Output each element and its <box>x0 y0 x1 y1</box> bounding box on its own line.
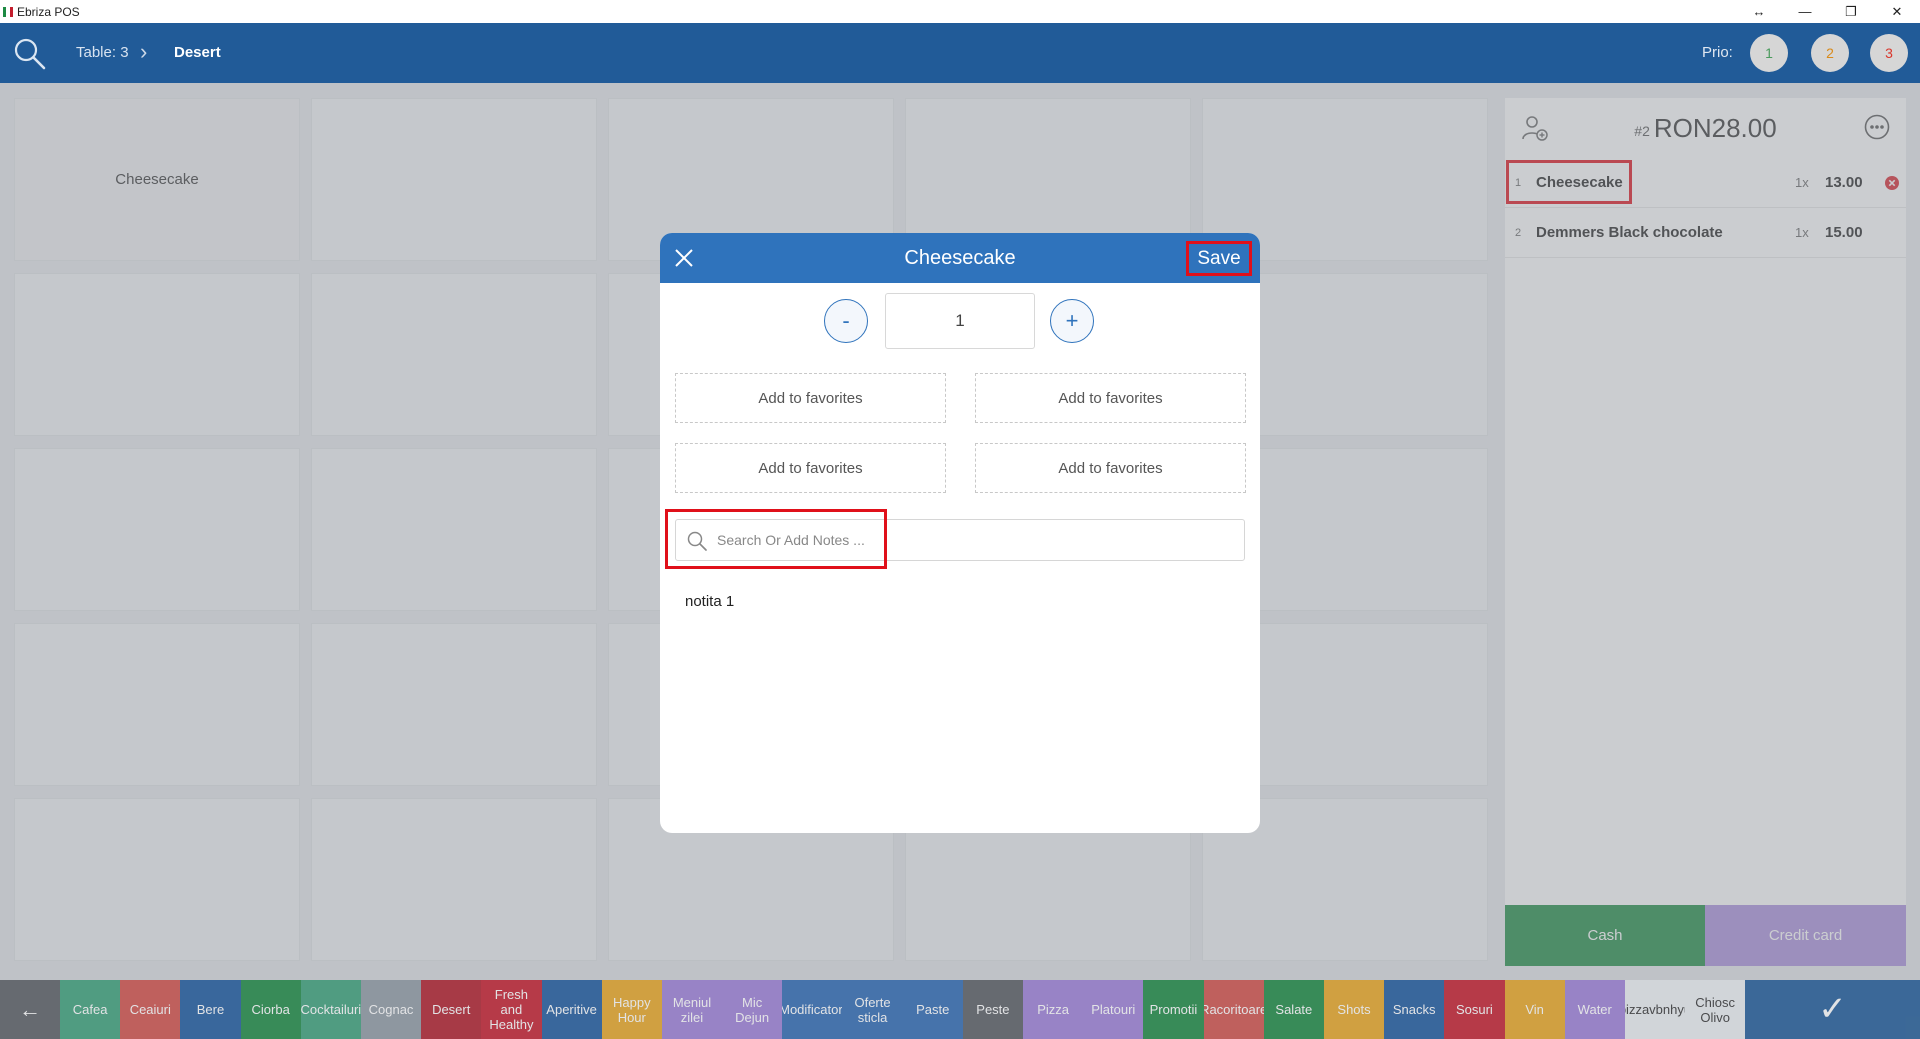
category-pizza[interactable]: Pizza <box>1023 980 1084 1039</box>
category-happy-hour[interactable]: Happy Hour <box>601 980 662 1039</box>
close-window-button[interactable]: ✕ <box>1874 0 1920 23</box>
category-cafea[interactable]: Cafea <box>60 980 121 1039</box>
top-header: Table: 3 › Desert Prio: 1 2 3 <box>0 23 1920 83</box>
window-titlebar: Ebriza POS ↔ — ❐ ✕ <box>0 0 1920 23</box>
category-bar: ← Cafea Ceaiuri Bere Ciorba Cocktailuri Cogna… <box>0 980 1920 1039</box>
category-fresh-and-healthy[interactable]: Fresh and Healthy <box>481 980 542 1039</box>
prio-3-button[interactable]: 3 <box>1870 34 1908 72</box>
category-promotii[interactable]: Promotii <box>1143 980 1204 1039</box>
quantity-stepper: - 1 + <box>660 293 1260 349</box>
prio-1-label: 1 <box>1765 45 1773 61</box>
quantity-input[interactable]: 1 <box>885 293 1035 349</box>
prio-3-label: 3 <box>1885 45 1893 61</box>
category-meniul-zilei[interactable]: Meniul zilei <box>661 980 723 1039</box>
note-item[interactable]: notita 1 <box>685 593 734 610</box>
category-shots[interactable]: Shots <box>1323 980 1385 1039</box>
category-peste[interactable]: Peste <box>962 980 1023 1039</box>
restore-button[interactable]: ❐ <box>1828 0 1874 23</box>
category-modificatori[interactable]: Modificatori <box>782 980 843 1039</box>
category-cocktailuri[interactable]: Cocktailuri <box>300 980 361 1039</box>
increase-quantity-button[interactable]: + <box>1050 299 1094 343</box>
modal-header: Cheesecake Save <box>660 233 1260 283</box>
search-icon[interactable] <box>12 36 48 72</box>
breadcrumb-table[interactable]: Table: 3 <box>76 44 129 61</box>
resize-icon[interactable]: ↔ <box>1736 0 1782 23</box>
category-platouri[interactable]: Platouri <box>1083 980 1144 1039</box>
close-icon[interactable] <box>672 246 696 270</box>
category-sosuri[interactable]: Sosuri <box>1444 980 1505 1039</box>
prio-1-button[interactable]: 1 <box>1750 34 1788 72</box>
back-arrow-icon[interactable]: ← <box>0 980 60 1039</box>
highlight-notes-search <box>665 509 887 569</box>
category-mic-dejun[interactable]: Mic Dejun <box>722 980 783 1039</box>
prio-label: Prio: <box>1702 44 1733 61</box>
product-modal: Cheesecake Save - 1 + Add to favorites A… <box>660 233 1260 833</box>
save-button[interactable]: Save <box>1186 241 1252 276</box>
add-to-favorites-button[interactable]: Add to favorites <box>675 373 946 423</box>
prio-2-label: 2 <box>1826 45 1834 61</box>
category-vin[interactable]: Vin <box>1504 980 1565 1039</box>
prio-2-button[interactable]: 2 <box>1811 34 1849 72</box>
decrease-quantity-button[interactable]: - <box>824 299 868 343</box>
category-chiosc-olivo[interactable]: Chiosc Olivo <box>1685 980 1746 1039</box>
window-title: Ebriza POS <box>17 4 80 19</box>
category-ciorba[interactable]: Ciorba <box>240 980 301 1039</box>
category-water[interactable]: Water <box>1564 980 1625 1039</box>
modal-title: Cheesecake <box>904 246 1016 269</box>
category-bere[interactable]: Bere <box>180 980 241 1039</box>
category-racoritoare[interactable]: Racoritoare <box>1203 980 1264 1039</box>
category-paste[interactable]: Paste <box>902 980 963 1039</box>
app-logo-icon <box>3 6 13 17</box>
category-pizzavbnhyu[interactable]: pizzavbnhyu <box>1624 980 1686 1039</box>
breadcrumb-category: Desert <box>174 44 221 61</box>
category-cognac[interactable]: Cognac <box>360 980 422 1039</box>
add-to-favorites-button[interactable]: Add to favorites <box>975 373 1246 423</box>
category-salate[interactable]: Salate <box>1263 980 1324 1039</box>
category-aperitive[interactable]: Aperitive <box>541 980 602 1039</box>
category-snacks[interactable]: Snacks <box>1384 980 1445 1039</box>
chevron-right-icon: › <box>140 39 148 64</box>
minimize-button[interactable]: — <box>1782 0 1828 23</box>
category-desert[interactable]: Desert <box>421 980 482 1039</box>
confirm-checkmark-icon[interactable]: ✓ <box>1745 980 1920 1039</box>
add-to-favorites-button[interactable]: Add to favorites <box>675 443 946 493</box>
category-ceaiuri[interactable]: Ceaiuri <box>120 980 181 1039</box>
add-to-favorites-button[interactable]: Add to favorites <box>975 443 1246 493</box>
category-oferte-sticla[interactable]: Oferte sticla <box>842 980 903 1039</box>
